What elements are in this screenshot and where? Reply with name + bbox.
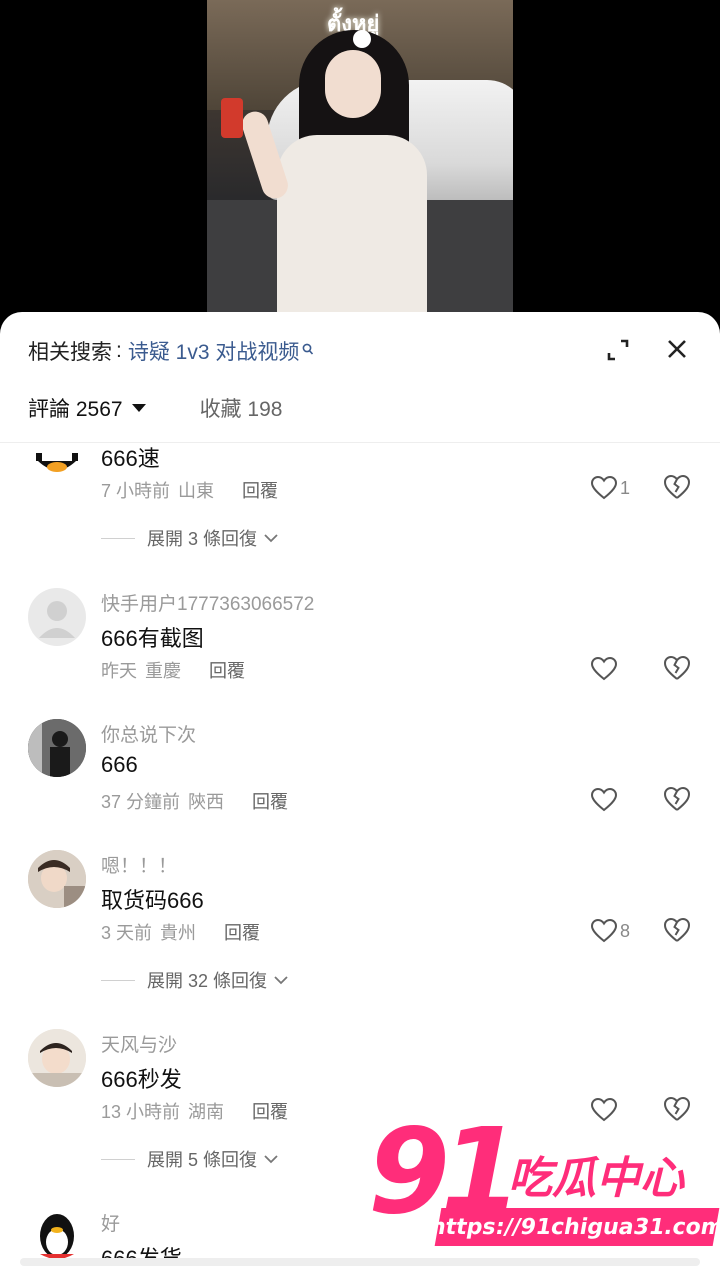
comment-meta: 昨天 重慶 回覆 bbox=[101, 657, 245, 683]
video-person-face bbox=[325, 50, 381, 118]
comment-text: 取货码666 bbox=[101, 888, 204, 913]
comment-text: 666秒发 bbox=[101, 1067, 182, 1092]
video-person-dress bbox=[277, 135, 427, 330]
video-hair-flower bbox=[353, 30, 371, 48]
sheet-tabs: 評論 2567 收藏 198 bbox=[28, 392, 282, 424]
comment-text: 666 bbox=[101, 752, 138, 777]
comment-meta: 3 天前 貴州 回覆 bbox=[101, 919, 260, 945]
avatar[interactable] bbox=[28, 1208, 86, 1263]
avatar[interactable] bbox=[28, 719, 86, 777]
avatar[interactable] bbox=[28, 850, 86, 908]
comment-location: 山東 bbox=[178, 481, 215, 501]
comment-meta: 13 小時前 湖南 回覆 bbox=[101, 1098, 288, 1124]
tab-comments[interactable]: 評論 2567 bbox=[28, 393, 146, 423]
expand-replies[interactable]: 展開 3 條回復 bbox=[101, 525, 279, 551]
like-count: 8 bbox=[620, 920, 631, 941]
like-button[interactable] bbox=[590, 654, 618, 684]
broken-heart-icon[interactable] bbox=[662, 654, 692, 684]
broken-heart-icon[interactable] bbox=[662, 473, 692, 503]
expand-replies[interactable]: 展開 5 條回復 bbox=[101, 1146, 279, 1172]
comment-username[interactable]: 快手用户1777363066572 bbox=[101, 589, 314, 616]
expand-line bbox=[101, 537, 135, 539]
close-icon[interactable] bbox=[664, 336, 690, 362]
comment-text: 666速 bbox=[101, 446, 160, 471]
tab-comments-label: 評論 2567 bbox=[28, 398, 123, 421]
comment-time: 7 小時前 bbox=[101, 481, 171, 501]
comment-location: 重慶 bbox=[145, 661, 181, 681]
watermark-name: 吃瓜中心 bbox=[508, 1153, 684, 1204]
sort-caret-icon[interactable] bbox=[131, 404, 146, 412]
comment-time: 3 天前 bbox=[101, 923, 153, 943]
heart-icon bbox=[590, 656, 618, 681]
comment-username[interactable]: 天风与沙 bbox=[101, 1030, 177, 1057]
comment-time: 37 分鐘前 bbox=[101, 792, 181, 812]
comment-username[interactable]: 你总说下次 bbox=[101, 720, 196, 747]
video-player[interactable]: ตั้งหยู่ bbox=[0, 0, 720, 330]
heart-icon bbox=[590, 787, 618, 812]
expand-replies-label: 展開 5 條回復 bbox=[147, 1150, 258, 1170]
expand-icon[interactable] bbox=[604, 336, 632, 364]
watermark-url: https://91chigua31.com bbox=[428, 1208, 720, 1246]
heart-icon bbox=[590, 918, 618, 943]
like-button[interactable]: 1 bbox=[590, 473, 630, 503]
comment-text: 666有截图 bbox=[101, 626, 204, 651]
comment-location: 湖南 bbox=[188, 1102, 225, 1122]
like-button[interactable] bbox=[590, 785, 618, 815]
related-search-label: 相关搜索 bbox=[28, 341, 112, 364]
heart-icon bbox=[590, 475, 618, 500]
like-count: 1 bbox=[620, 477, 631, 498]
comment-input-bar[interactable] bbox=[20, 1258, 700, 1266]
broken-heart-icon[interactable] bbox=[662, 785, 692, 815]
reply-button[interactable]: 回覆 bbox=[252, 788, 288, 814]
chevron-down-icon bbox=[264, 1155, 278, 1164]
comment-username[interactable]: 嗯！！！ bbox=[101, 851, 177, 878]
video-drink-cup bbox=[221, 98, 243, 138]
avatar[interactable] bbox=[28, 443, 86, 489]
expand-replies-label: 展開 3 條回復 bbox=[147, 529, 258, 549]
expand-replies[interactable]: 展開 32 條回復 bbox=[101, 967, 289, 993]
comment-time: 13 小時前 bbox=[101, 1102, 181, 1122]
related-search-row[interactable]: 相关搜索 : 诗疑 1v3 对战视频 bbox=[28, 334, 314, 368]
reply-button[interactable]: 回覆 bbox=[252, 1098, 288, 1124]
comment-location: 貴州 bbox=[160, 923, 197, 943]
like-button[interactable]: 8 bbox=[590, 916, 630, 946]
video-frame[interactable]: ตั้งหยู่ bbox=[207, 0, 513, 330]
comment-username[interactable]: 好 bbox=[101, 1209, 120, 1236]
tab-favorites[interactable]: 收藏 198 bbox=[200, 393, 283, 423]
chevron-down-icon bbox=[274, 976, 288, 985]
reply-button[interactable]: 回覆 bbox=[209, 657, 245, 683]
expand-line bbox=[101, 979, 135, 981]
chevron-down-icon bbox=[264, 534, 278, 543]
comment-meta: 37 分鐘前 陝西 回覆 bbox=[101, 788, 288, 814]
expand-line bbox=[101, 1158, 135, 1160]
comment-location: 陝西 bbox=[188, 792, 225, 812]
expand-replies-label: 展開 32 條回復 bbox=[147, 971, 268, 991]
site-watermark: 91 吃瓜中心 https://91chigua31.com bbox=[368, 1112, 720, 1252]
reply-button[interactable]: 回覆 bbox=[242, 477, 278, 503]
related-search-separator: : bbox=[116, 339, 122, 362]
comment-meta: 7 小時前 山東 回覆 bbox=[101, 477, 278, 503]
comment-time: 昨天 bbox=[101, 661, 137, 681]
broken-heart-icon[interactable] bbox=[662, 916, 692, 946]
search-icon[interactable] bbox=[302, 343, 314, 360]
avatar[interactable] bbox=[28, 588, 86, 646]
avatar[interactable] bbox=[28, 1029, 86, 1087]
related-search-link[interactable]: 诗疑 1v3 对战视频 bbox=[128, 336, 300, 366]
reply-button[interactable]: 回覆 bbox=[224, 919, 260, 945]
